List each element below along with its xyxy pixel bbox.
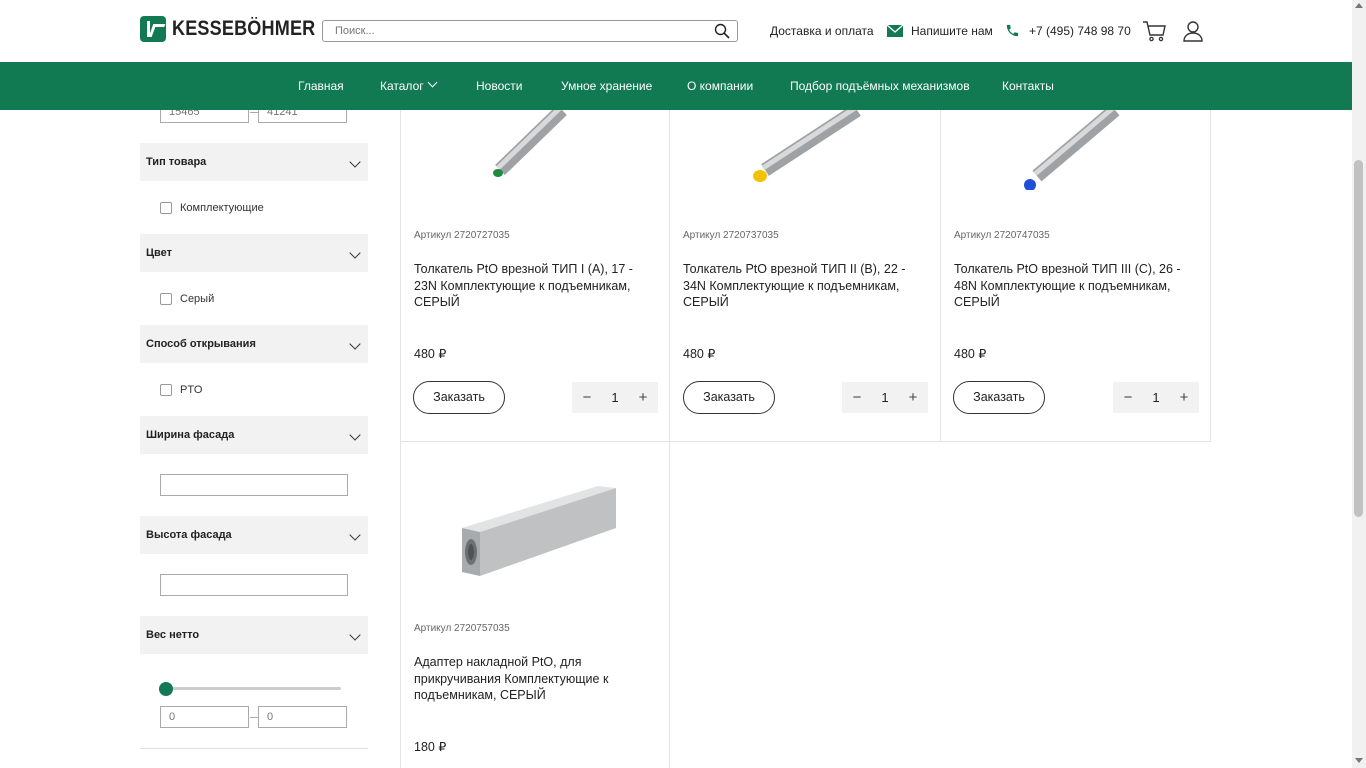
plus-icon[interactable]: + — [1177, 389, 1191, 406]
range-dash — [250, 717, 258, 718]
option-label: Серый — [180, 293, 215, 305]
option-label: Комплектующие — [180, 202, 264, 214]
facade-height-input[interactable] — [160, 574, 348, 596]
filter-title: Вес нетто — [146, 629, 200, 641]
product-price: 480 ₽ — [414, 347, 447, 361]
kessebohmer-logo[interactable]: KESSEBÖHMER — [140, 16, 339, 42]
filter-option-grey[interactable]: Серый — [160, 292, 214, 306]
nav-home[interactable]: Главная — [298, 79, 344, 93]
product-title[interactable]: Толкатель PtO врезной ТИП III (C), 26 - … — [954, 261, 1194, 311]
write-us-link[interactable]: Напишите нам — [911, 24, 993, 38]
quantity-stepper: − 1 + — [572, 382, 658, 413]
filter-weight-header[interactable]: Вес нетто — [140, 616, 368, 654]
chevron-down-icon[interactable] — [427, 77, 438, 88]
quantity-value[interactable]: 1 — [611, 390, 618, 405]
weight-to-input[interactable] — [258, 706, 347, 728]
chevron-down-icon[interactable] — [349, 529, 361, 541]
filter-title: Ширина фасада — [146, 429, 235, 441]
nav-catalog[interactable]: Каталог — [380, 79, 424, 93]
delivery-link[interactable]: Доставка и оплата — [770, 24, 874, 38]
main-nav: Главная Каталог Новости Умное хранение О… — [0, 62, 1352, 110]
filter-color-header[interactable]: Цвет — [140, 234, 368, 272]
grid-divider — [400, 110, 401, 768]
filter-title: Высота фасада — [146, 529, 232, 541]
plus-icon[interactable]: + — [636, 389, 650, 406]
logo-mark-icon — [140, 16, 166, 42]
checkbox[interactable] — [160, 293, 172, 305]
nav-news[interactable]: Новости — [476, 79, 522, 93]
logo-text: KESSEBÖHMER — [172, 17, 316, 40]
filter-title: Цвет — [146, 247, 173, 259]
order-button[interactable]: Заказать — [683, 381, 775, 414]
chevron-down-icon[interactable] — [349, 156, 361, 168]
phone-icon — [1006, 24, 1019, 37]
product-price: 480 ₽ — [683, 347, 716, 361]
search-icon[interactable] — [714, 23, 730, 39]
product-sku: Артикул 2720747035 — [954, 230, 1050, 241]
nav-about[interactable]: О компании — [687, 79, 753, 93]
checkbox[interactable] — [160, 202, 172, 214]
phone-link[interactable]: +7 (495) 748 98 70 — [1029, 24, 1131, 38]
filter-opening-header[interactable]: Способ открывания — [140, 325, 368, 363]
option-label: PTO — [180, 384, 203, 396]
chevron-down-icon[interactable] — [349, 247, 361, 259]
grid-divider — [400, 441, 1211, 442]
quantity-value[interactable]: 1 — [1152, 390, 1159, 405]
user-icon[interactable] — [1182, 20, 1204, 42]
scroll-up-arrow-icon[interactable] — [1355, 3, 1363, 8]
product-image-adapter[interactable] — [458, 480, 620, 580]
filter-title: Тип товара — [146, 156, 207, 168]
product-image-pusher-a[interactable] — [480, 110, 570, 185]
chevron-down-icon[interactable] — [349, 629, 361, 641]
product-price: 180 ₽ — [414, 740, 447, 754]
grid-divider — [669, 110, 670, 768]
product-sku: Артикул 2720727035 — [414, 230, 510, 241]
price-to-input[interactable] — [258, 110, 347, 123]
product-title[interactable]: Толкатель PtO врезной ТИП I (А), 17 - 23… — [414, 261, 654, 311]
grid-divider — [1210, 110, 1211, 442]
chevron-down-icon[interactable] — [349, 429, 361, 441]
minus-icon[interactable]: − — [580, 389, 594, 406]
price-from-input[interactable] — [160, 110, 249, 123]
weight-from-input[interactable] — [160, 706, 249, 728]
filter-type-header[interactable]: Тип товара — [140, 143, 368, 181]
nav-smart-storage[interactable]: Умное хранение — [561, 79, 652, 93]
product-title[interactable]: Адаптер накладной PtO, для прикручивания… — [414, 654, 644, 704]
product-price: 480 ₽ — [954, 347, 987, 361]
search-input[interactable] — [322, 20, 738, 42]
filter-height-header[interactable]: Высота фасада — [140, 516, 368, 554]
grid-divider — [940, 110, 941, 442]
minus-icon[interactable]: − — [1121, 389, 1135, 406]
product-image-pusher-c[interactable] — [1015, 110, 1125, 190]
scroll-down-arrow-icon[interactable] — [1355, 758, 1363, 763]
range-dash — [250, 112, 258, 113]
product-image-pusher-b[interactable] — [745, 110, 865, 185]
quantity-value[interactable]: 1 — [881, 390, 888, 405]
quantity-stepper: − 1 + — [1113, 382, 1199, 413]
facade-width-input[interactable] — [160, 474, 348, 496]
filter-option-components[interactable]: Комплектующие — [160, 201, 264, 215]
cart-icon[interactable] — [1142, 20, 1167, 42]
minus-icon[interactable]: − — [850, 389, 864, 406]
nav-contacts[interactable]: Контакты — [1002, 79, 1054, 93]
filter-title: Способ открывания — [146, 338, 256, 350]
chevron-down-icon[interactable] — [349, 338, 361, 350]
scrollbar-thumb[interactable] — [1354, 160, 1363, 517]
divider — [140, 748, 368, 749]
product-sku: Артикул 2720757035 — [414, 623, 510, 634]
order-button[interactable]: Заказать — [413, 381, 505, 414]
filter-width-header[interactable]: Ширина фасада — [140, 416, 368, 454]
order-button[interactable]: Заказать — [953, 381, 1045, 414]
quantity-stepper: − 1 + — [842, 382, 928, 413]
product-sku: Артикул 2720737035 — [683, 230, 779, 241]
nav-lift-selection[interactable]: Подбор подъёмных механизмов — [790, 79, 970, 93]
checkbox[interactable] — [160, 384, 172, 396]
product-title[interactable]: Толкатель PtO врезной ТИП II (B), 22 - 3… — [683, 261, 923, 311]
weight-slider-track[interactable] — [166, 687, 341, 690]
weight-slider-handle[interactable] — [159, 682, 173, 696]
mail-icon — [887, 25, 903, 37]
filter-option-pto[interactable]: PTO — [160, 383, 202, 397]
plus-icon[interactable]: + — [906, 389, 920, 406]
